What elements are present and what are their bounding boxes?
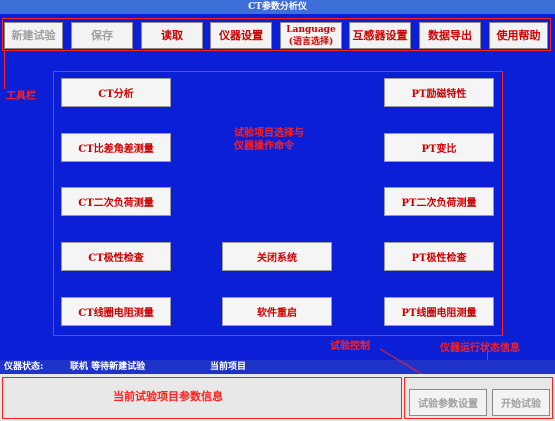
test-params-button[interactable]: 试验参数设置 — [409, 389, 487, 416]
current-info-annotation: 当前试验项目参数信息 — [113, 390, 223, 403]
start-test-button[interactable]: 开始试验 — [492, 389, 550, 416]
current-test-info-panel: 当前试验项目参数信息 — [2, 377, 402, 419]
app-window: CT参数分析仪 新建试验 保存 读取 仪器设置 Language (语言选择) … — [0, 0, 555, 421]
annotation-arrows — [379, 348, 431, 380]
